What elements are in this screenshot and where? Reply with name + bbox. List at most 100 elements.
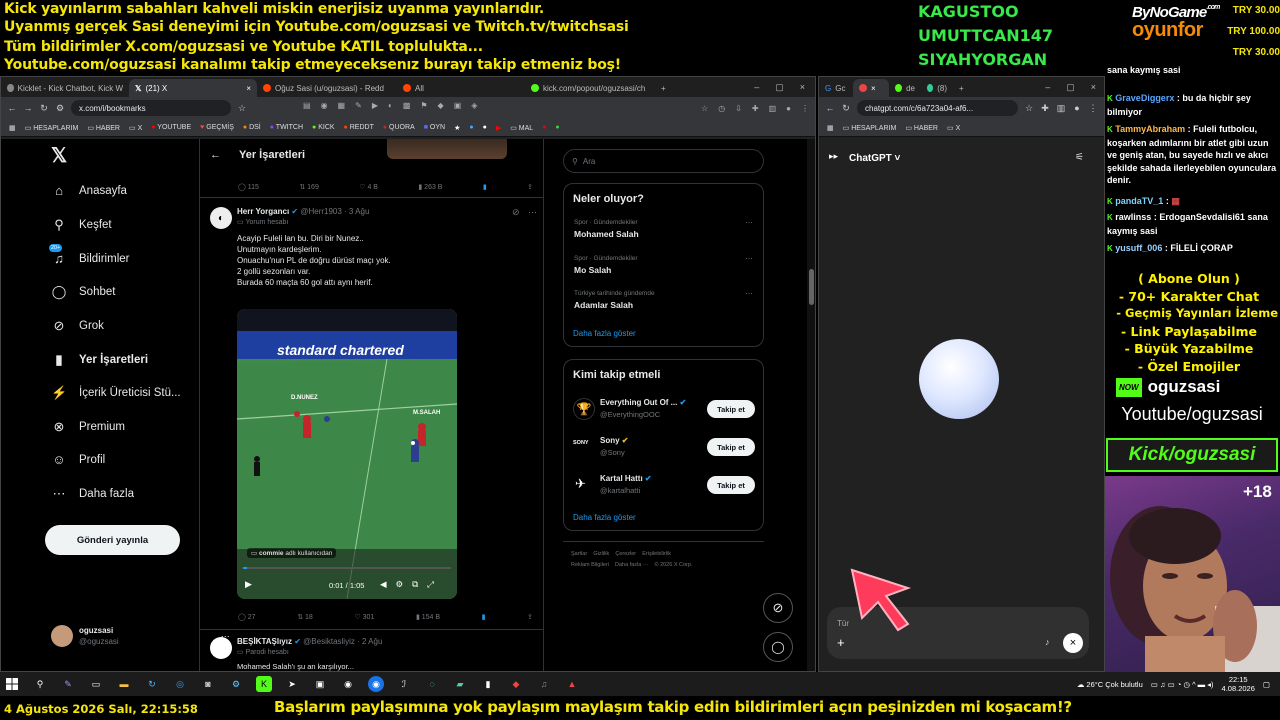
more-icon[interactable]: ⋯ bbox=[528, 207, 537, 218]
file-explorer-icon[interactable]: ▬ bbox=[116, 676, 132, 692]
nav-profile[interactable]: ☺ Profil bbox=[51, 452, 105, 467]
extension-icon[interactable]: ▣ bbox=[454, 101, 462, 110]
apps-icon[interactable]: ▦ bbox=[9, 124, 16, 132]
extension-icon[interactable]: ✎ bbox=[355, 101, 362, 110]
bookmark-item[interactable]: ▭ HABER bbox=[87, 124, 120, 132]
star-icon[interactable]: ☆ bbox=[1024, 103, 1034, 114]
retweet-button[interactable]: ⇅ 18 bbox=[297, 613, 313, 621]
bookmark-item[interactable]: ▭ X bbox=[129, 124, 142, 132]
avatar[interactable] bbox=[210, 637, 232, 659]
follow-suggestion[interactable]: ✈ Kartal Hattı ✔ @kartalhatti Takip et bbox=[573, 472, 763, 502]
browser-tab[interactable]: All bbox=[397, 79, 525, 97]
extension-icon[interactable]: ▤ bbox=[303, 101, 311, 110]
browser-tab[interactable]: G Gc bbox=[819, 79, 853, 97]
arrow-app-icon[interactable]: ➤ bbox=[284, 676, 300, 692]
bookmark-item[interactable]: ▭ X bbox=[947, 124, 960, 132]
bookmark-item[interactable]: ▭ HESAPLARIM bbox=[843, 124, 897, 132]
footer-link[interactable]: Çerezler bbox=[615, 551, 636, 557]
trend-item[interactable]: Türkiye tarihinde gündemde Adamlar Salah bbox=[574, 290, 655, 310]
nav-notifications[interactable]: ♫ 20+ Bildirimler bbox=[49, 244, 129, 266]
extension-icon[interactable]: ▦ bbox=[338, 101, 346, 110]
trend-item[interactable]: Spor · Gündemdekiler Mohamed Salah bbox=[574, 219, 639, 239]
close-window-icon[interactable]: × bbox=[1091, 82, 1096, 93]
search-input[interactable]: ⚲ Ara bbox=[563, 149, 764, 173]
bookmark-item[interactable]: ● bbox=[542, 124, 546, 131]
app-icon[interactable]: ▲ bbox=[564, 676, 580, 692]
camera-icon[interactable]: ◙ bbox=[200, 676, 216, 692]
browser-tab[interactable]: (8) bbox=[921, 79, 953, 97]
tweet-author[interactable]: Herr Yorgancı bbox=[237, 207, 289, 216]
forward-icon[interactable]: → bbox=[23, 103, 33, 113]
app-icon[interactable]: ◆ bbox=[508, 676, 524, 692]
clock[interactable]: 22:15 4.08.2026 bbox=[1222, 675, 1255, 693]
sidebar-toggle-icon[interactable]: ▸▸ bbox=[829, 151, 838, 162]
views-button[interactable]: ▮ 263 B bbox=[418, 183, 442, 191]
extension-icon[interactable]: ◉ bbox=[321, 101, 328, 110]
tray-icons[interactable]: ▭ ♫ ▭ ◔ ◷ ^ ▬ ◂) bbox=[1151, 680, 1214, 689]
bookmark-item[interactable]: ● TWITCH bbox=[270, 124, 303, 131]
bookmark-item[interactable]: ● DSİ bbox=[243, 124, 261, 131]
puzzle-icon[interactable]: ✚ bbox=[1040, 103, 1050, 114]
nav-home[interactable]: ⌂ Anasayfa bbox=[51, 183, 127, 198]
sidebar-icon[interactable]: ▥ bbox=[1056, 103, 1066, 114]
footer-link[interactable]: Şartlar bbox=[571, 551, 587, 557]
post-button[interactable]: Gönderi yayınla bbox=[45, 525, 180, 555]
views-button[interactable]: ▮ 154 B bbox=[416, 613, 440, 621]
avatar[interactable]: ◐ bbox=[210, 207, 232, 229]
attach-icon[interactable]: + bbox=[837, 635, 845, 650]
more-icon[interactable]: ⋯ bbox=[745, 218, 753, 227]
play-icon[interactable]: ▶ bbox=[245, 579, 252, 590]
extension-icon[interactable]: ▶ bbox=[372, 101, 378, 110]
more-icon[interactable]: ⋯ bbox=[745, 254, 753, 263]
share-icon[interactable]: ⇪ bbox=[527, 183, 533, 191]
profile-avatar-icon[interactable]: ● bbox=[786, 104, 791, 113]
settings-sliders-icon[interactable]: ⚟ bbox=[1075, 152, 1084, 163]
extension-icon[interactable]: ◐ bbox=[388, 101, 393, 110]
close-window-icon[interactable]: × bbox=[800, 82, 805, 93]
footer-link[interactable]: Gizlilik bbox=[593, 551, 609, 557]
sidebar-icon[interactable]: ▥ bbox=[769, 104, 777, 113]
new-tab-button[interactable]: + bbox=[953, 79, 969, 97]
steam-icon[interactable]: ⚙ bbox=[228, 676, 244, 692]
address-bar[interactable]: x.com/i/bookmarks bbox=[71, 100, 231, 116]
music-icon[interactable]: ♫ bbox=[536, 676, 552, 692]
nav-explore[interactable]: ⚲ Keşfet bbox=[51, 217, 111, 233]
settings-icon[interactable]: ⚙ bbox=[396, 579, 404, 590]
footer-link[interactable]: Erişilebilirlik bbox=[642, 551, 671, 557]
retweet-button[interactable]: ⇅ 169 bbox=[299, 183, 319, 191]
more-icon[interactable]: ⋯ bbox=[745, 289, 753, 298]
pen-icon[interactable]: ✎ bbox=[60, 676, 76, 692]
follow-button[interactable]: Takip et bbox=[707, 476, 755, 494]
scrollbar-thumb[interactable] bbox=[808, 269, 814, 305]
nav-premium[interactable]: ⊗ Premium bbox=[51, 419, 125, 435]
chrome-icon[interactable]: ◉ bbox=[368, 676, 384, 692]
browser-tab[interactable]: Kicklet - Kick Chatbot, Kick W bbox=[1, 79, 129, 97]
bookmark-filled-icon[interactable]: ▮ bbox=[483, 183, 487, 191]
history-icon[interactable]: ◷ bbox=[718, 104, 725, 113]
footer-link[interactable]: Reklam Bilgileri bbox=[571, 562, 609, 568]
menu-icon[interactable]: ⋮ bbox=[801, 104, 809, 113]
notification-icon[interactable]: ▢ bbox=[1263, 680, 1270, 689]
reply-button[interactable]: ◯ 27 bbox=[238, 613, 256, 621]
nav-bookmarks[interactable]: ▮ Yer İşaretleri bbox=[51, 352, 148, 368]
minimize-icon[interactable]: – bbox=[1045, 82, 1050, 93]
volume-icon[interactable]: ◀ bbox=[380, 579, 387, 590]
search-icon[interactable]: ⚲ bbox=[32, 676, 48, 692]
site-info-icon[interactable]: ⚙ bbox=[55, 103, 65, 114]
bookmark-item[interactable]: ▭ HESAPLARIM bbox=[25, 124, 79, 132]
extension-icon[interactable]: ◈ bbox=[471, 101, 477, 110]
bookmark-item[interactable]: ▶ bbox=[496, 124, 501, 132]
weather-widget[interactable]: ☁ 26°C Çok bulutlu bbox=[1077, 680, 1143, 689]
x-logo-icon[interactable]: 𝕏 bbox=[51, 143, 67, 168]
close-icon[interactable]: × bbox=[246, 84, 251, 93]
footer-link[interactable]: Daha fazla ··· bbox=[615, 562, 648, 568]
follow-suggestion[interactable]: 🏆 Everything Out Of ... ✔ @EverythingOOC… bbox=[573, 396, 763, 426]
scrollbar[interactable] bbox=[807, 139, 815, 671]
windows-start-icon[interactable] bbox=[4, 676, 20, 692]
media-thumbnail[interactable] bbox=[387, 139, 507, 159]
bookmark-item[interactable]: ● bbox=[469, 124, 473, 131]
mic-icon[interactable]: ♪ bbox=[1045, 637, 1050, 647]
profile-avatar-icon[interactable]: ● bbox=[1072, 103, 1082, 113]
browser-tab[interactable]: kick.com/popout/oguzsasi/ch bbox=[525, 79, 655, 97]
follow-suggestion[interactable]: SONY Sony ✔ @Sony Takip et bbox=[573, 434, 763, 464]
